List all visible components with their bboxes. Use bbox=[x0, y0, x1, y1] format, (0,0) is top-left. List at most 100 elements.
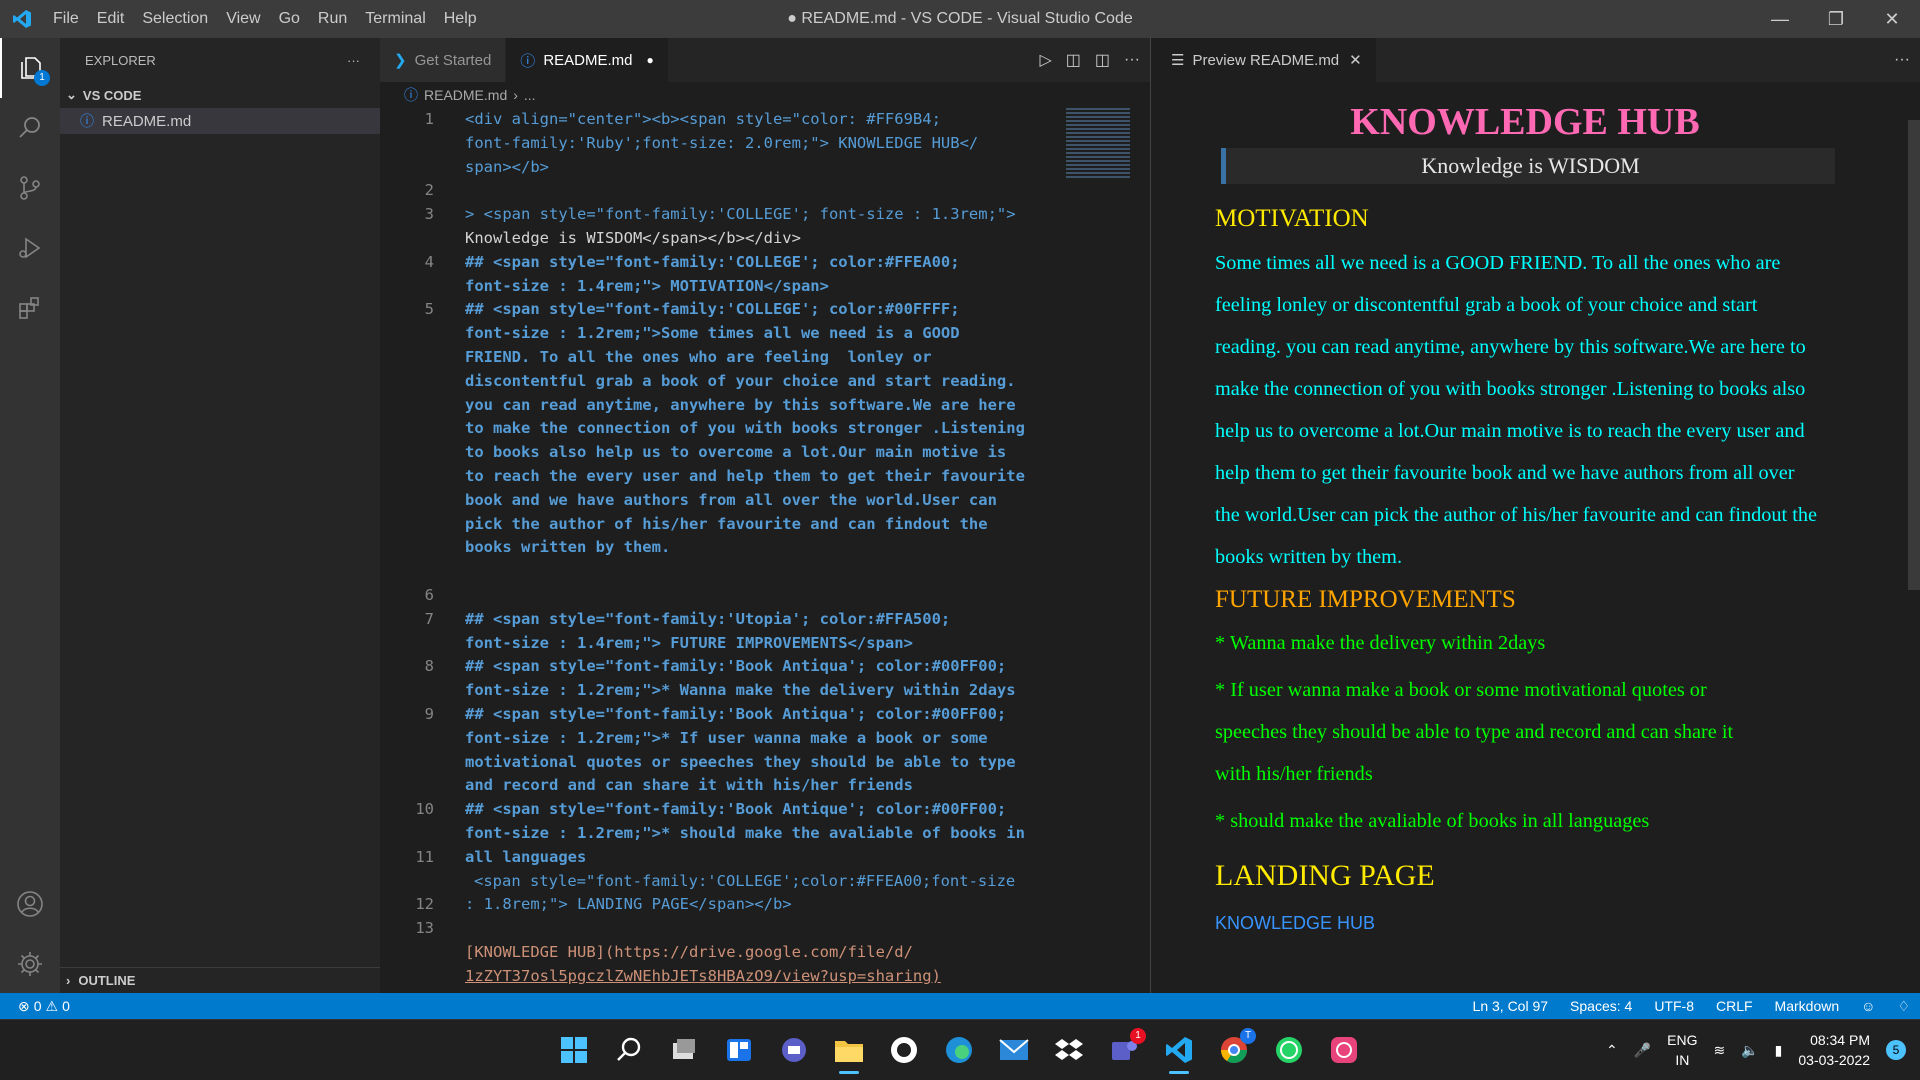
chevron-right-icon: › bbox=[513, 87, 518, 103]
unsaved-dot-icon[interactable]: ● bbox=[647, 53, 654, 67]
explorer-badge: 1 bbox=[34, 70, 50, 86]
menu-go[interactable]: Go bbox=[270, 10, 309, 27]
more-actions-icon[interactable]: ··· bbox=[1894, 51, 1910, 69]
lang-region: IN bbox=[1675, 1052, 1690, 1068]
bell-icon[interactable]: ♢ bbox=[1897, 998, 1910, 1015]
source-control-icon[interactable] bbox=[0, 158, 60, 218]
teams-badge: 1 bbox=[1130, 1028, 1146, 1044]
cursor-position[interactable]: Ln 3, Col 97 bbox=[1473, 998, 1549, 1014]
future-item: * If user wanna make a book or some moti… bbox=[1215, 669, 1835, 795]
microphone-icon[interactable]: 🎤 bbox=[1634, 1042, 1651, 1059]
code-line: span></b> bbox=[465, 158, 549, 176]
line-number: 5 bbox=[424, 300, 434, 318]
editor-group: ❯ Get Started ⓘ README.md ● ▷ ◫ ◫ ··· ⓘ … bbox=[380, 38, 1150, 993]
open-preview-icon[interactable]: ◫ bbox=[1066, 50, 1081, 70]
vscode-taskbar-icon[interactable] bbox=[1155, 1026, 1203, 1074]
wifi-icon[interactable]: ≋ bbox=[1713, 1042, 1725, 1059]
battery-icon[interactable]: ▮ bbox=[1775, 1042, 1783, 1059]
tab-readme[interactable]: ⓘ README.md ● bbox=[506, 38, 669, 82]
explorer-icon[interactable]: 1 bbox=[0, 38, 60, 98]
menu-run[interactable]: Run bbox=[309, 10, 356, 27]
code-line: ## <span style="font-family:'COLLEGE'; c… bbox=[465, 253, 960, 271]
breadcrumb-symbol[interactable]: ... bbox=[524, 87, 536, 103]
file-explorer-icon[interactable] bbox=[825, 1026, 873, 1074]
code-line: motivational quotes or speeches they sho… bbox=[465, 753, 1016, 771]
code-line: ## <span style="font-family:'Book Antiqu… bbox=[465, 705, 1007, 723]
menu-selection[interactable]: Selection bbox=[133, 10, 217, 27]
task-view-icon[interactable] bbox=[660, 1026, 708, 1074]
menu-terminal[interactable]: Terminal bbox=[356, 10, 434, 27]
workspace-name: VS CODE bbox=[82, 87, 142, 103]
outline-label: OUTLINE bbox=[78, 973, 136, 988]
feedback-icon[interactable]: ☺ bbox=[1861, 998, 1875, 1014]
chevron-up-icon[interactable]: ⌃ bbox=[1606, 1042, 1618, 1059]
notification-badge[interactable]: 5 bbox=[1886, 1040, 1906, 1060]
settings-gear-icon[interactable] bbox=[0, 934, 60, 994]
workspace-folder[interactable]: ⌄ VS CODE bbox=[60, 82, 380, 108]
code-line: font-size : 1.2rem;">Some times all we n… bbox=[465, 324, 960, 342]
teams-chat-icon[interactable] bbox=[770, 1026, 818, 1074]
github-icon[interactable] bbox=[880, 1026, 928, 1074]
problems-indicator[interactable]: ⊗ 0 ⚠ 0 bbox=[0, 998, 70, 1015]
menu-bar: File Edit Selection View Go Run Terminal Help bbox=[44, 0, 486, 38]
minimize-button[interactable]: — bbox=[1752, 0, 1808, 38]
code-line: font-size : 1.2rem;">* If user wanna mak… bbox=[465, 729, 988, 747]
encoding[interactable]: UTF-8 bbox=[1654, 998, 1694, 1014]
code-line: [KNOWLEDGE HUB](https://drive.google.com… bbox=[465, 943, 913, 961]
menu-edit[interactable]: Edit bbox=[88, 10, 134, 27]
menu-view[interactable]: View bbox=[217, 10, 269, 27]
landing-heading: LANDING PAGE bbox=[1215, 859, 1435, 892]
more-actions-icon[interactable]: ··· bbox=[1124, 51, 1140, 69]
code-line: to reach the every user and help them to… bbox=[465, 467, 1025, 485]
code-line: ## <span style="font-family:'COLLEGE'; c… bbox=[465, 300, 960, 318]
clock[interactable]: 08:34 PM 03-03-2022 bbox=[1798, 1030, 1870, 1070]
tab-get-started[interactable]: ❯ Get Started bbox=[380, 38, 507, 82]
mail-icon[interactable] bbox=[990, 1026, 1038, 1074]
search-icon[interactable] bbox=[0, 98, 60, 158]
edge-icon[interactable] bbox=[935, 1026, 983, 1074]
more-actions-icon[interactable]: ··· bbox=[347, 53, 360, 68]
minimap[interactable] bbox=[1066, 108, 1130, 180]
knowledge-hub-link[interactable]: KNOWLEDGE HUB bbox=[1215, 905, 1835, 941]
system-tray: ⌃ 🎤 ENG IN ≋ 🔈 ▮ 08:34 PM 03-03-2022 5 bbox=[1606, 1020, 1920, 1080]
photo-app-icon[interactable] bbox=[1320, 1026, 1368, 1074]
chevron-right-icon: › bbox=[66, 973, 71, 988]
volume-icon[interactable]: 🔈 bbox=[1741, 1042, 1758, 1059]
start-icon[interactable] bbox=[550, 1026, 598, 1074]
language-indicator[interactable]: ENG IN bbox=[1667, 1030, 1697, 1070]
tab-preview-readme[interactable]: ☰ Preview README.md ✕ bbox=[1151, 38, 1377, 82]
code-line: <div align="center"><b><span style="colo… bbox=[465, 110, 941, 128]
search-icon[interactable] bbox=[605, 1026, 653, 1074]
chrome-icon[interactable]: T bbox=[1210, 1026, 1258, 1074]
outline-section[interactable]: › OUTLINE bbox=[60, 967, 380, 993]
widgets-icon[interactable] bbox=[715, 1026, 763, 1074]
code-line: book and we have authors from all over t… bbox=[465, 491, 997, 509]
account-icon[interactable] bbox=[0, 874, 60, 934]
dropbox-icon[interactable] bbox=[1045, 1026, 1093, 1074]
scrollbar[interactable] bbox=[1908, 120, 1920, 590]
menu-help[interactable]: Help bbox=[435, 10, 486, 27]
preview-quote: Knowledge is WISDOM bbox=[1221, 148, 1835, 184]
line-ending[interactable]: CRLF bbox=[1716, 998, 1753, 1014]
extensions-icon[interactable] bbox=[0, 278, 60, 338]
menu-file[interactable]: File bbox=[44, 10, 88, 27]
run-debug-icon[interactable] bbox=[0, 218, 60, 278]
run-icon[interactable]: ▷ bbox=[1039, 50, 1051, 70]
breadcrumb-file[interactable]: README.md bbox=[424, 87, 507, 103]
item-line: speeches they should be able to type and… bbox=[1215, 721, 1734, 743]
close-icon[interactable]: ✕ bbox=[1349, 51, 1362, 69]
language-mode[interactable]: Markdown bbox=[1775, 998, 1840, 1014]
teams-icon[interactable]: 1 bbox=[1100, 1026, 1148, 1074]
whatsapp-icon[interactable] bbox=[1265, 1026, 1313, 1074]
tab-label: Preview README.md bbox=[1192, 51, 1340, 69]
file-item-readme[interactable]: ⓘ README.md bbox=[60, 108, 380, 134]
indentation[interactable]: Spaces: 4 bbox=[1570, 998, 1632, 1014]
restore-button[interactable]: ❐ bbox=[1808, 0, 1864, 38]
chrome-badge: T bbox=[1240, 1028, 1256, 1044]
markdown-preview-pane: ☰ Preview README.md ✕ ··· KNOWLEDGE HUB … bbox=[1150, 38, 1920, 993]
close-button[interactable]: ✕ bbox=[1864, 0, 1920, 38]
code-line: FRIEND. To all the ones who are feeling … bbox=[465, 348, 932, 366]
split-editor-icon[interactable]: ◫ bbox=[1095, 50, 1110, 70]
status-bar: ⊗ 0 ⚠ 0 Ln 3, Col 97 Spaces: 4 UTF-8 CRL… bbox=[0, 993, 1920, 1019]
code-line: Knowledge is WISDOM</span></b></div> bbox=[465, 229, 801, 247]
